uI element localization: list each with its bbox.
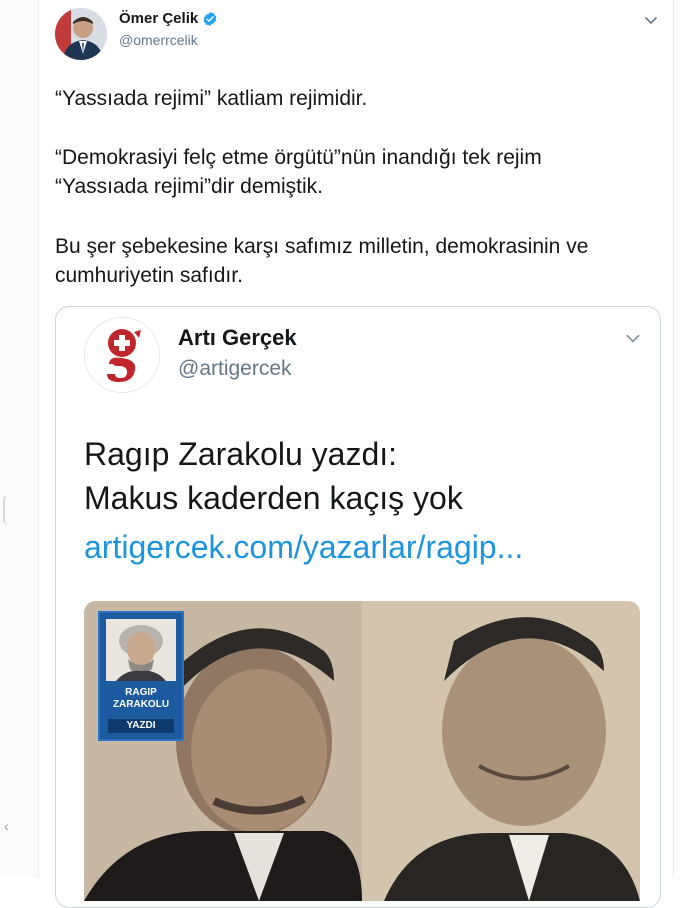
badge-portrait	[106, 619, 176, 681]
article-image[interactable]: RAGIP ZARAKOLU YAZDI	[84, 601, 640, 901]
tweet-text-paragraph-3: Bu şer şebekesine karşı safımız milletin…	[55, 232, 588, 290]
tweet-line: “Yassıada rejimi”dir demiştik.	[55, 175, 324, 198]
quoted-text-line-1: Ragıp Zarakolu yazdı:	[84, 436, 398, 472]
author-handle[interactable]: @omerrcelik	[119, 32, 198, 48]
quoted-author-handle[interactable]: @artigercek	[178, 357, 292, 381]
quoted-text-line-2: Makus kaderden kaçış yok	[84, 480, 463, 516]
artigercek-logo[interactable]	[84, 317, 160, 393]
badge-name-line-2: ZARAKOLU	[112, 699, 170, 710]
verified-badge-icon	[202, 11, 218, 27]
tweet-line: Bu şer şebekesine karşı safımız milletin…	[55, 235, 589, 258]
partial-ui-edge	[3, 495, 13, 525]
tweet-card[interactable]: Ömer Çelik @omerrcelik “Yassıada rejimi”…	[38, 0, 674, 908]
tweet-line: cumhuriyetin safıdır.	[55, 264, 243, 287]
badge-name-line-1: RAGIP	[125, 687, 157, 698]
left-margin-strip: ‹	[0, 0, 38, 878]
quoted-tweet-card[interactable]: Artı Gerçek @artigercek Ragıp Zarakolu y…	[55, 306, 661, 908]
chevron-down-icon[interactable]	[643, 12, 659, 28]
author-badge: RAGIP ZARAKOLU YAZDI	[98, 611, 184, 741]
tweet-header: Ömer Çelik @omerrcelik	[39, 0, 673, 70]
author-name[interactable]: Ömer Çelik	[119, 10, 198, 27]
badge-label: YAZDI	[108, 719, 174, 733]
tweet-line: “Yassıada rejimi” katliam rejimidir.	[55, 87, 368, 110]
article-link[interactable]: artigercek.com/yazarlar/ragip...	[84, 529, 523, 566]
tweet-text-paragraph-1: “Yassıada rejimi” katliam rejimidir.	[55, 84, 367, 113]
partial-ui-mark: ‹	[4, 818, 9, 834]
quoted-author-name[interactable]: Artı Gerçek	[178, 325, 297, 351]
tweet-text-paragraph-2: “Demokrasiyi felç etme örgütü”nün inandı…	[55, 143, 542, 201]
chevron-down-icon[interactable]	[624, 329, 642, 347]
author-avatar[interactable]	[55, 8, 107, 60]
tweet-line: “Demokrasiyi felç etme örgütü”nün inandı…	[55, 146, 542, 169]
